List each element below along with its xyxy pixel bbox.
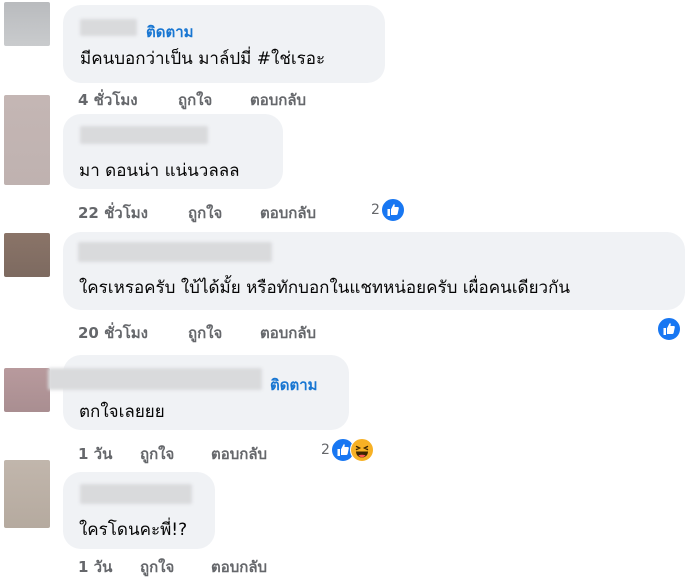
follow-link[interactable]: ติดตาม — [270, 373, 318, 397]
comment-actions: 20 ชั่วโมง ถูกใจ ตอบกลับ — [78, 321, 378, 342]
reaction-count: 2 — [321, 442, 330, 458]
commenter-name[interactable] — [78, 242, 272, 262]
like-button[interactable]: ถูกใจ — [188, 201, 222, 225]
comment-timestamp[interactable]: 22 ชั่วโมง — [78, 201, 148, 225]
avatar[interactable] — [4, 460, 50, 528]
commenter-name[interactable] — [80, 19, 137, 36]
like-button[interactable]: ถูกใจ — [140, 442, 174, 466]
reply-button[interactable]: ตอบกลับ — [260, 321, 316, 345]
comment-text: ใครเหรอครับ ใบ้ได้มั้ย หรือทักบอกในแชทหน… — [79, 278, 571, 298]
comment-text: มีคนบอกว่าเป็น มาล์ปมี่ #ใช่เรอะ — [80, 49, 326, 69]
like-button[interactable]: ถูกใจ — [188, 321, 222, 345]
comment-actions: 4 ชั่วโมง ถูกใจ ตอบกลับ — [78, 88, 378, 109]
comment-actions: 1 วัน ถูกใจ ตอบกลับ — [78, 555, 338, 576]
commenter-name[interactable] — [48, 368, 262, 390]
reply-button[interactable]: ตอบกลับ — [260, 201, 316, 225]
reaction-summary[interactable] — [657, 317, 681, 341]
like-button[interactable]: ถูกใจ — [178, 88, 212, 112]
reply-button[interactable]: ตอบกลับ — [211, 555, 267, 579]
reply-button[interactable]: ตอบกลับ — [250, 88, 306, 112]
thumbs-up-icon — [657, 317, 681, 341]
comment-text: ใครโดนคะพี่!? — [79, 520, 188, 540]
like-button[interactable]: ถูกใจ — [140, 555, 174, 579]
reaction-summary[interactable]: 2 — [321, 438, 374, 462]
reaction-count: 2 — [371, 202, 380, 218]
reaction-summary[interactable]: 2 — [371, 198, 405, 222]
follow-link[interactable]: ติดตาม — [146, 20, 194, 44]
avatar[interactable] — [4, 233, 50, 277]
comment-text: ตกใจเลยยย — [79, 402, 165, 422]
commenter-name[interactable] — [80, 126, 208, 144]
avatar[interactable] — [4, 368, 50, 412]
comment-timestamp[interactable]: 4 ชั่วโมง — [78, 88, 138, 112]
comment-timestamp[interactable]: 1 วัน — [78, 442, 112, 466]
commenter-name[interactable] — [80, 484, 192, 504]
avatar[interactable] — [4, 95, 50, 185]
laughing-face-icon — [349, 438, 374, 462]
comment-timestamp[interactable]: 20 ชั่วโมง — [78, 321, 148, 345]
comment-actions: 1 วัน ถูกใจ ตอบกลับ — [78, 442, 338, 463]
comment-actions: 22 ชั่วโมง ถูกใจ ตอบกลับ — [78, 201, 378, 222]
avatar[interactable] — [4, 2, 50, 46]
comment-text: มา ดอนน่า แน่นวลลล — [79, 161, 240, 181]
thumbs-up-icon — [380, 198, 405, 222]
reply-button[interactable]: ตอบกลับ — [211, 442, 267, 466]
comment-timestamp[interactable]: 1 วัน — [78, 555, 112, 579]
